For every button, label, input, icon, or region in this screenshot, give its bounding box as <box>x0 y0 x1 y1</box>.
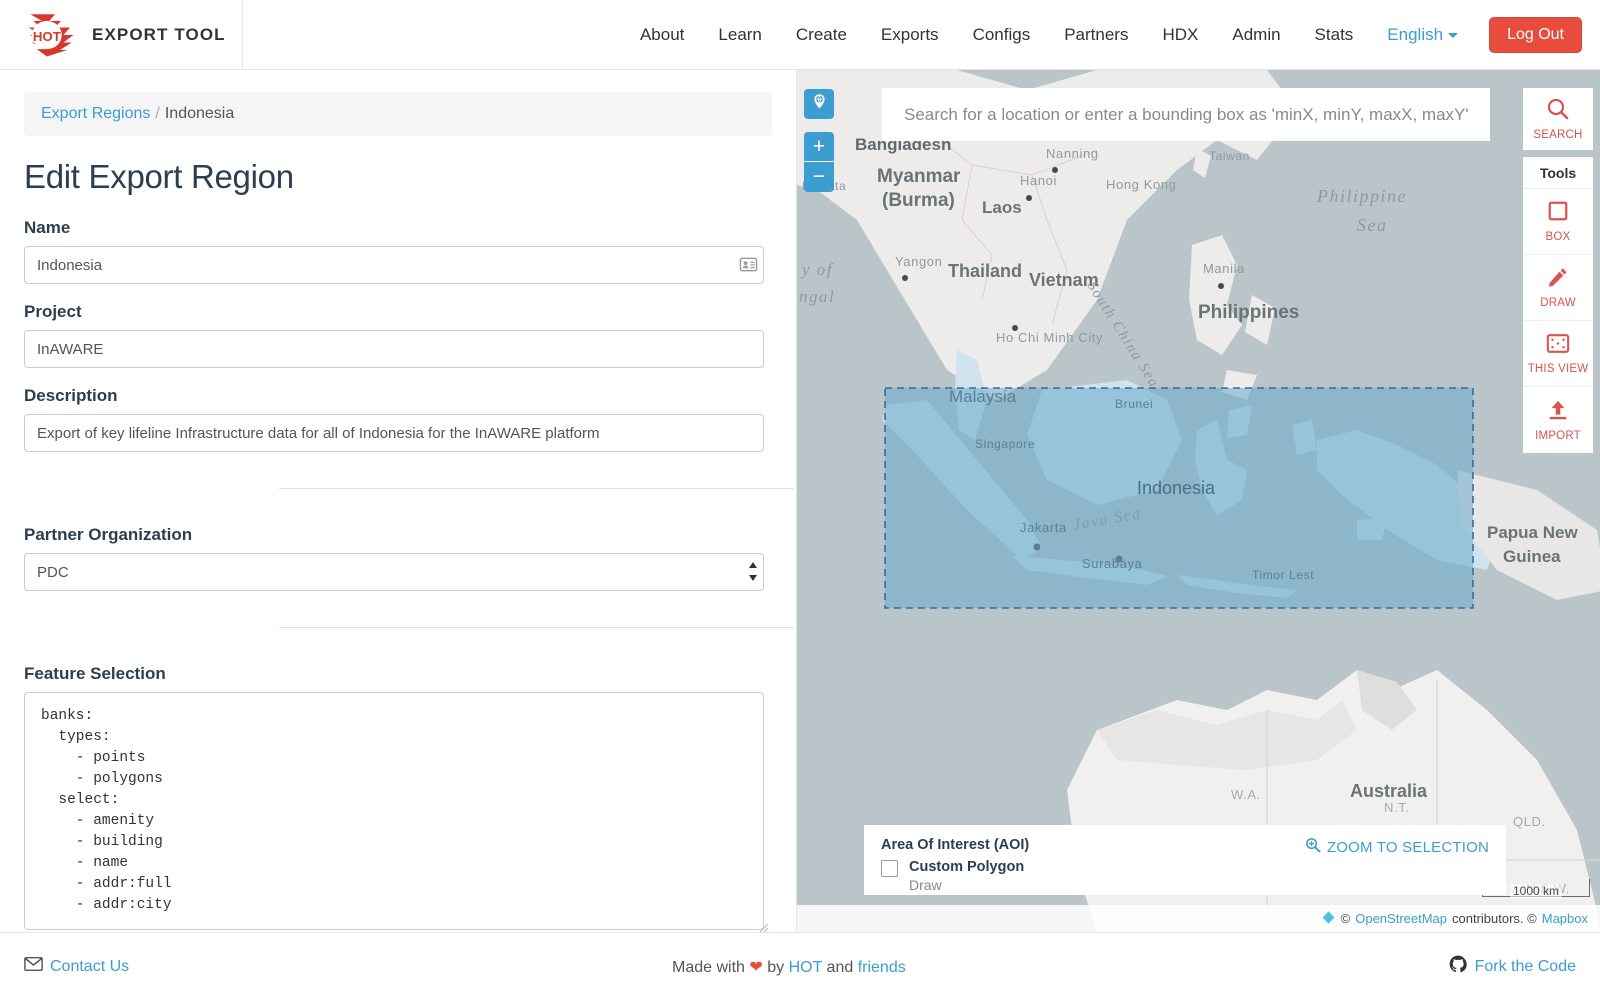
language-label: English <box>1387 24 1444 44</box>
feature-selection-group: Feature Selection banks: types: - points… <box>24 664 772 932</box>
logout-button[interactable]: Log Out <box>1489 16 1582 53</box>
pencil-icon <box>1547 266 1569 293</box>
divider-2 <box>279 627 794 628</box>
nav-item-stats[interactable]: Stats <box>1298 0 1371 70</box>
upload-icon <box>1547 399 1569 426</box>
feature-selection-textarea[interactable]: banks: types: - points - polygons select… <box>24 692 764 930</box>
brand-title: EXPORT TOOL <box>92 25 226 44</box>
aoi-item: Custom Polygon Draw <box>881 859 1489 893</box>
tool-import-label: IMPORT <box>1535 429 1581 442</box>
tool-draw-label: DRAW <box>1540 297 1576 309</box>
project-input[interactable] <box>24 330 764 368</box>
partner-organization-select[interactable]: PDC <box>24 553 764 591</box>
aoi-panel: Area Of Interest (AOI) Custom Polygon Dr… <box>864 825 1506 895</box>
nav-item-create[interactable]: Create <box>779 0 864 70</box>
nav-item-admin[interactable]: Admin <box>1215 0 1297 70</box>
tool-box-button[interactable]: BOX <box>1523 189 1593 255</box>
contact-us-link[interactable]: Contact Us <box>50 958 129 976</box>
nav-item-learn[interactable]: Learn <box>701 0 778 70</box>
footer-made-with: Made with <box>672 958 745 976</box>
name-label: Name <box>24 218 71 237</box>
zoom-in-button[interactable]: + <box>804 132 834 162</box>
chevron-down-icon <box>1448 32 1459 38</box>
geolocate-button[interactable] <box>804 89 834 119</box>
footer-and: and <box>826 958 854 976</box>
breadcrumb-export-regions[interactable]: Export Regions <box>41 105 150 122</box>
map-toolbar: SEARCH Tools BOX DRAW THIS VIEW IMPORT <box>1523 88 1593 453</box>
footer-friends-link[interactable]: friends <box>858 959 906 976</box>
tool-box-label: BOX <box>1545 231 1571 243</box>
project-field-group: Project <box>24 302 772 368</box>
nav-item-partners[interactable]: Partners <box>1047 0 1145 70</box>
partner-organization-label: Partner Organization <box>24 525 193 544</box>
svg-text:HOT: HOT <box>33 29 61 44</box>
footer-fork: Fork the Code <box>1449 955 1576 978</box>
description-field-group: Description <box>24 386 772 452</box>
page-footer: Contact Us Made with ❤ by HOT and friend… <box>0 932 1600 1000</box>
envelope-icon <box>24 957 43 976</box>
name-field-group: Name <box>24 218 772 284</box>
tool-this-view-label: THIS VIEW <box>1527 362 1589 375</box>
description-input[interactable] <box>24 414 764 452</box>
map-scale-label: 1000 km <box>1509 884 1563 898</box>
aoi-selection-rect <box>884 387 1474 609</box>
tools-group: Tools BOX DRAW THIS VIEW IMPORT <box>1523 157 1593 453</box>
search-icon <box>1546 97 1570 126</box>
this-view-icon <box>1546 333 1570 359</box>
tool-draw-button[interactable]: DRAW <box>1523 255 1593 321</box>
map-container[interactable]: BangladeshKolkataMyanmar(Burma)LaosNanni… <box>797 70 1600 932</box>
tool-this-view-button[interactable]: THIS VIEW <box>1523 321 1593 387</box>
zoom-to-selection-button[interactable]: ZOOM TO SELECTION <box>1305 837 1489 857</box>
zoom-controls: + − <box>804 132 834 192</box>
footer-hot-link[interactable]: HOT <box>789 959 822 976</box>
attribution-osm-link[interactable]: OpenStreetMap <box>1355 911 1447 926</box>
description-label: Description <box>24 386 118 405</box>
globe-marker-icon <box>811 93 828 115</box>
map-search-input[interactable] <box>882 88 1490 141</box>
heart-icon: ❤ <box>749 958 763 976</box>
zoom-in-icon <box>1305 837 1321 857</box>
attribution-middle: contributors. © <box>1452 911 1537 926</box>
map-search-bar <box>882 88 1490 141</box>
github-icon <box>1449 955 1467 978</box>
nav-item-about[interactable]: About <box>623 0 701 70</box>
nav-item-configs[interactable]: Configs <box>956 0 1048 70</box>
name-input[interactable] <box>24 246 764 284</box>
tool-import-button[interactable]: IMPORT <box>1523 387 1593 453</box>
language-selector[interactable]: English <box>1370 0 1475 70</box>
aoi-item-sub: Draw <box>909 877 942 893</box>
brand-home-link[interactable]: HOT EXPORT TOOL <box>0 0 243 70</box>
breadcrumb: Export Regions / Indonesia <box>24 92 772 136</box>
nav-links: About Learn Create Exports Configs Partn… <box>243 0 1600 69</box>
top-navbar: HOT EXPORT TOOL About Learn Create Expor… <box>0 0 1600 70</box>
fork-the-code-link[interactable]: Fork the Code <box>1475 958 1576 976</box>
edit-region-panel: Export Regions / Indonesia Edit Export Reg… <box>0 70 797 932</box>
breadcrumb-separator: / <box>155 105 160 122</box>
aoi-custom-polygon-checkbox[interactable] <box>881 860 898 877</box>
attribution-prefix: © <box>1340 911 1351 926</box>
project-label: Project <box>24 302 82 321</box>
tools-header: Tools <box>1523 157 1593 189</box>
divider-1 <box>279 488 794 489</box>
nav-item-exports[interactable]: Exports <box>864 0 956 70</box>
attribution-mapbox-link[interactable]: Mapbox <box>1542 911 1588 926</box>
footer-by: by <box>767 958 785 976</box>
footer-credit: Made with ❤ by HOT and friends <box>129 957 1448 977</box>
box-icon <box>1547 200 1569 227</box>
zoom-out-button[interactable]: − <box>804 162 834 192</box>
toolbar-search-button[interactable]: SEARCH <box>1523 88 1593 150</box>
page-title: Edit Export Region <box>24 158 294 195</box>
mapbox-logo-icon <box>1321 910 1336 928</box>
nav-item-hdx[interactable]: HDX <box>1145 0 1215 70</box>
partner-field-group: Partner Organization PDC <box>24 525 772 591</box>
zoom-to-selection-label: ZOOM TO SELECTION <box>1326 838 1489 856</box>
footer-contact: Contact Us <box>24 957 129 976</box>
feature-selection-label: Feature Selection <box>24 664 166 683</box>
aoi-item-name: Custom Polygon <box>909 859 1025 875</box>
map-canvas <box>797 70 1600 932</box>
hot-logo-icon: HOT <box>22 9 80 61</box>
map-attribution: © OpenStreetMap contributors. © Mapbox <box>797 905 1600 932</box>
breadcrumb-current: Indonesia <box>164 105 235 122</box>
toolbar-search-label: SEARCH <box>1533 129 1583 141</box>
